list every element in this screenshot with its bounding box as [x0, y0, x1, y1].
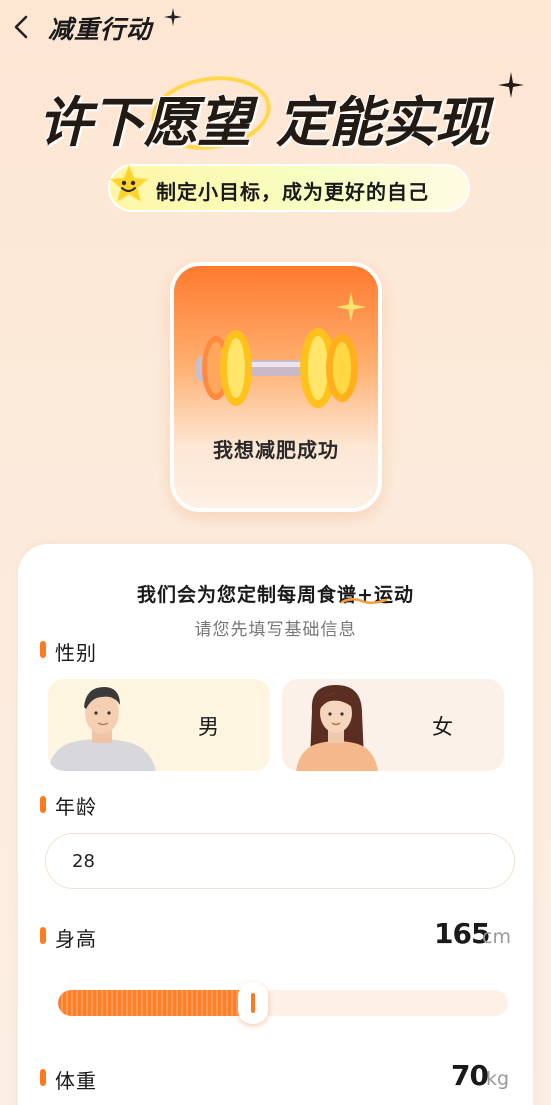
gender-label: 性别 — [55, 641, 97, 665]
sparkle-icon — [164, 8, 182, 26]
height-slider-track[interactable] — [58, 990, 508, 1016]
weight-value: 70 — [451, 1059, 489, 1092]
top-bar: 减重行动 — [0, 0, 551, 56]
section-marker — [40, 927, 46, 944]
squiggle-underline-icon — [340, 598, 388, 604]
gender-option-female[interactable]: 女 — [282, 679, 504, 771]
goal-label: 我想减肥成功 — [213, 438, 339, 462]
smiling-star-icon — [108, 163, 150, 204]
height-slider-fill — [58, 990, 252, 1016]
form-title: 我们会为您定制每周食谱+运动 — [137, 584, 414, 606]
height-unit: cm — [482, 926, 511, 948]
hero-title: 许下愿望 定能实现 — [38, 78, 538, 154]
female-avatar — [296, 685, 378, 771]
chevron-left-icon[interactable] — [8, 12, 36, 42]
gender-female-label: 女 — [432, 715, 453, 739]
male-avatar — [48, 687, 156, 771]
age-label: 年龄 — [55, 795, 97, 819]
section-marker — [40, 1069, 46, 1086]
height-slider-thumb[interactable] — [238, 982, 268, 1024]
sparkle-icon — [336, 292, 366, 322]
section-marker — [40, 796, 46, 813]
weight-label: 体重 — [55, 1069, 97, 1093]
dumbbell-icon — [196, 328, 358, 408]
page-title: 减重行动 — [48, 15, 153, 44]
age-input[interactable] — [45, 833, 515, 889]
gender-male-label: 男 — [198, 715, 219, 739]
sparkle-icon — [498, 72, 524, 98]
gender-option-male[interactable]: 男 — [48, 679, 270, 771]
height-label: 身高 — [55, 927, 97, 951]
weight-unit: kg — [486, 1068, 510, 1090]
slogan-text: 制定小目标，成为更好的自己 — [156, 180, 429, 204]
section-marker — [40, 641, 46, 658]
hero-title-part2: 定能实现 — [276, 91, 489, 154]
hero-title-part1: 许下愿望 — [38, 91, 251, 154]
